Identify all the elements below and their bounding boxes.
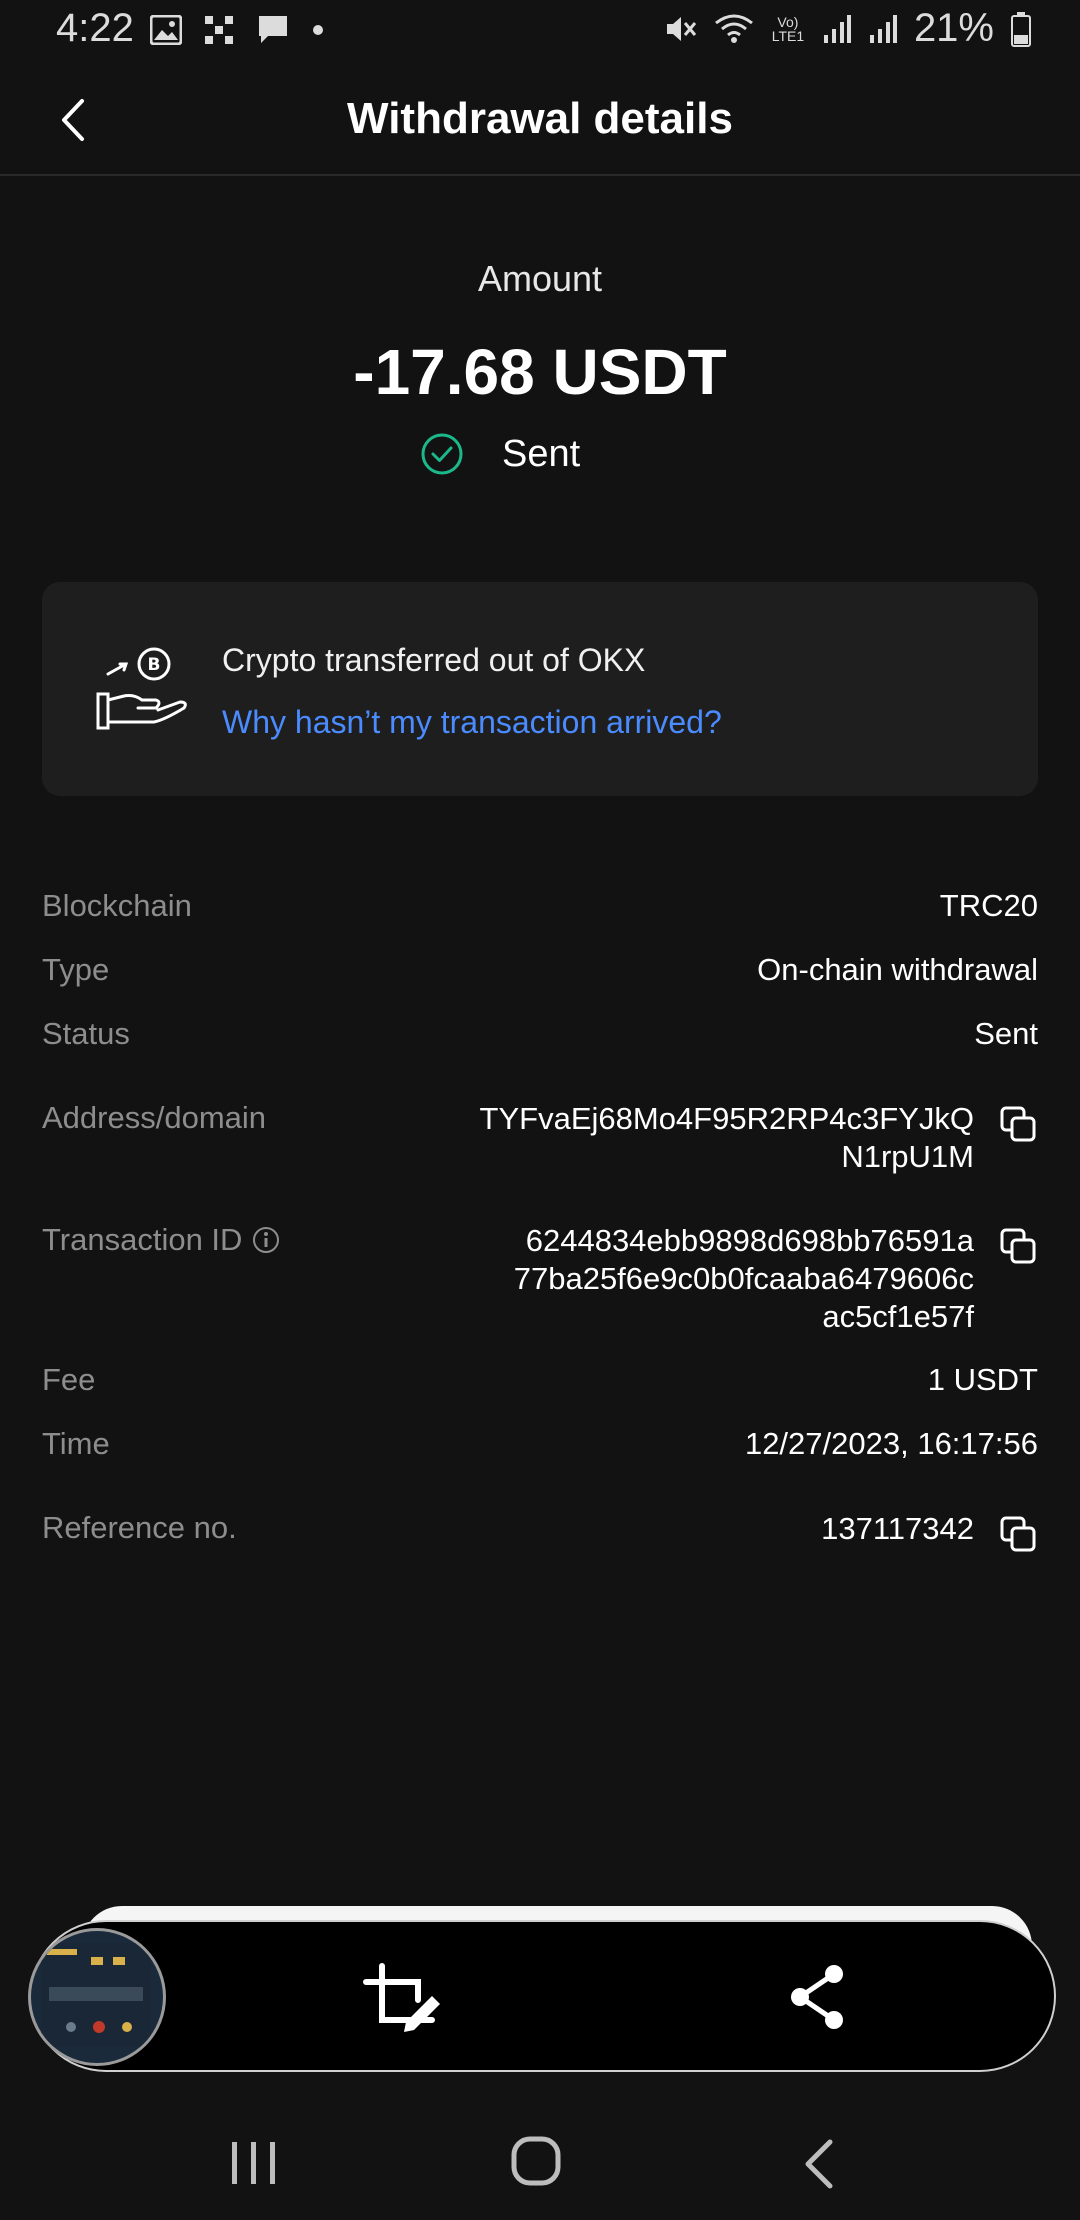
gallery-icon bbox=[150, 15, 182, 45]
detail-value: Sent bbox=[974, 1016, 1038, 1051]
signal-icon-1 bbox=[823, 14, 851, 43]
check-circle-icon bbox=[421, 433, 463, 475]
battery-icon bbox=[1011, 11, 1031, 47]
status-text: Sent bbox=[502, 432, 581, 475]
battery-percent: 21% bbox=[913, 6, 994, 50]
thumbnail-image bbox=[41, 1943, 151, 2047]
top-app-bar: Withdrawal details bbox=[0, 66, 1080, 176]
thumbnail-preview bbox=[41, 1943, 151, 2047]
message-icon bbox=[259, 16, 287, 43]
status-time: 4:22 bbox=[56, 6, 134, 50]
detail-value: 137117342 bbox=[821, 1511, 974, 1546]
screenshot-toolbar bbox=[30, 1920, 1056, 2072]
detail-value: 1 USDT bbox=[927, 1362, 1038, 1397]
svg-text:B: B bbox=[148, 655, 161, 675]
page-title: Withdrawal details bbox=[347, 94, 733, 143]
copy-icon[interactable] bbox=[998, 1226, 1038, 1266]
screenshot-thumbnail[interactable] bbox=[28, 1928, 166, 2066]
dot-icon bbox=[313, 25, 323, 35]
okx-notification-icon bbox=[205, 16, 233, 44]
detail-row-address: Address/domain TYFvaEj68Mo4F95R2RP4c3FYJ… bbox=[42, 1100, 1038, 1180]
detail-value: TRC20 bbox=[939, 888, 1038, 923]
detail-label: Address/domain bbox=[42, 1100, 267, 1135]
crop-edit-icon[interactable] bbox=[360, 1960, 446, 2040]
detail-label-wrap: Transaction ID bbox=[42, 1222, 280, 1258]
amount-value: -17.68 USDT bbox=[353, 336, 727, 408]
recent-apps-icon[interactable] bbox=[228, 2140, 280, 2186]
system-indicators: Vo) LTE1 21% bbox=[664, 6, 1032, 51]
detail-label: Type bbox=[42, 952, 110, 987]
mute-icon bbox=[666, 16, 697, 41]
txid-line: 77ba25f6e9c0b0fcaaba6479606c bbox=[513, 1261, 974, 1296]
card-title: Crypto transferred out of OKX bbox=[222, 642, 646, 678]
detail-label: Time bbox=[42, 1426, 110, 1461]
signal-icon-2 bbox=[869, 14, 897, 43]
copy-icon[interactable] bbox=[998, 1514, 1038, 1554]
detail-row-transaction-id: Transaction ID 6244834ebb9898d698bb76591… bbox=[42, 1222, 1038, 1342]
detail-row-reference: Reference no. 137117342 bbox=[42, 1510, 1038, 1554]
status-indicator: Sent bbox=[420, 432, 580, 476]
copy-icon[interactable] bbox=[998, 1104, 1038, 1144]
detail-value: On-chain withdrawal bbox=[757, 952, 1038, 987]
amount-label: Amount bbox=[477, 258, 603, 299]
wifi-icon bbox=[715, 14, 753, 43]
detail-value: 12/27/2023, 16:17:56 bbox=[744, 1426, 1038, 1461]
info-icon[interactable] bbox=[252, 1226, 280, 1254]
notification-icons bbox=[150, 14, 324, 46]
share-icon[interactable] bbox=[788, 1962, 848, 2032]
address-line: TYFvaEj68Mo4F95R2RP4c3FYJkQ bbox=[479, 1101, 974, 1136]
home-icon[interactable] bbox=[510, 2134, 562, 2190]
system-nav-bar bbox=[0, 2090, 1080, 2220]
nav-back-icon[interactable] bbox=[800, 2138, 836, 2190]
txid-line: ac5cf1e57f bbox=[822, 1299, 974, 1334]
detail-label: Status bbox=[42, 1016, 130, 1051]
transaction-id-value: 6244834ebb9898d698bb76591a 77ba25f6e9c0b… bbox=[514, 1222, 974, 1336]
network-label: Vo) LTE1 bbox=[771, 13, 805, 44]
detail-label: Blockchain bbox=[42, 888, 192, 923]
transaction-help-link[interactable]: Why hasn’t my transaction arrived? bbox=[222, 704, 722, 741]
info-card: B Crypto transferred out of OKX Why hasn… bbox=[42, 582, 1038, 796]
hand-coin-icon: B bbox=[96, 647, 187, 730]
detail-label: Fee bbox=[42, 1362, 96, 1397]
address-value: TYFvaEj68Mo4F95R2RP4c3FYJkQ N1rpU1M bbox=[480, 1100, 974, 1176]
detail-label: Reference no. bbox=[42, 1510, 237, 1545]
txid-line: 6244834ebb9898d698bb76591a bbox=[525, 1223, 974, 1258]
detail-label: Transaction ID bbox=[42, 1222, 243, 1257]
address-line: N1rpU1M bbox=[841, 1139, 974, 1174]
status-bar: 4:22 Vo) LTE1 21% bbox=[0, 0, 1080, 66]
